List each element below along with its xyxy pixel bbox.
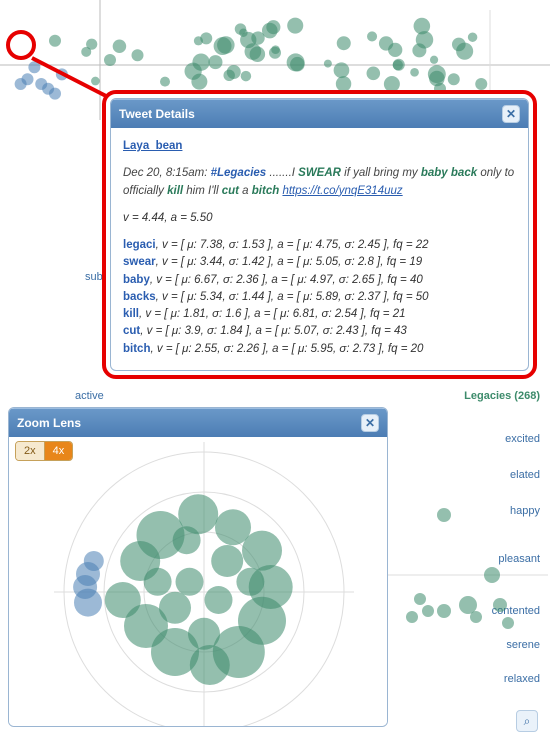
tweet-scores: v = 4.44, a = 5.50	[123, 210, 516, 227]
subdued-label: sub	[85, 271, 103, 283]
tweet-url[interactable]: https://t.co/ynqE314uuz	[282, 185, 402, 197]
word-stats-list: legaci, v = [ μ: 7.38, σ: 1.53 ], a = [ …	[123, 237, 516, 358]
search-icon[interactable]: ⌕	[516, 710, 538, 732]
close-icon[interactable]: ✕	[502, 105, 520, 123]
tweet-details-header: Tweet Details ✕	[111, 99, 528, 128]
callout-circle	[6, 30, 36, 60]
tweet-timestamp: Dec 20, 8:15am	[123, 167, 204, 179]
word-stat-row: backs, v = [ μ: 5.34, σ: 1.44 ], a = [ μ…	[123, 289, 516, 306]
word-stat-row: baby, v = [ μ: 6.67, σ: 2.36 ], a = [ μ:…	[123, 272, 516, 289]
tweet-details-title: Tweet Details	[119, 107, 195, 121]
tweet-user-link[interactable]: Laya_bean	[123, 138, 182, 155]
tweet-details-highlight: Tweet Details ✕ Laya_bean Dec 20, 8:15am…	[102, 90, 537, 379]
series-legend-legacies[interactable]: Legacies (268)	[464, 390, 540, 402]
zoom-level-toggle: 2x 4x	[15, 441, 73, 461]
active-axis-label: active	[75, 390, 104, 402]
close-icon[interactable]: ✕	[361, 414, 379, 432]
zoom-lens-title: Zoom Lens	[17, 416, 81, 430]
word-stat-row: swear, v = [ μ: 3.44, σ: 1.42 ], a = [ μ…	[123, 254, 516, 271]
tweet-details-body: Laya_bean Dec 20, 8:15am: #Legacies ....…	[111, 128, 528, 370]
tweet-text: Dec 20, 8:15am: #Legacies .......I SWEAR…	[123, 165, 516, 200]
word-stat-row: legaci, v = [ μ: 7.38, σ: 1.53 ], a = [ …	[123, 237, 516, 254]
right-scatter-svg	[388, 425, 548, 725]
word-stat-row: cut, v = [ μ: 3.9, σ: 1.84 ], a = [ μ: 5…	[123, 323, 516, 340]
word-stat-row: kill, v = [ μ: 1.81, σ: 1.6 ], a = [ μ: …	[123, 306, 516, 323]
zoom-2x-button[interactable]: 2x	[16, 442, 44, 460]
tweet-details-panel: Tweet Details ✕ Laya_bean Dec 20, 8:15am…	[110, 98, 529, 371]
bottom-plot-area: active Legacies (268) Zoom Lens ✕ 2x 4x …	[0, 385, 550, 740]
word-stat-row: bitch, v = [ μ: 2.55, σ: 2.26 ], a = [ μ…	[123, 341, 516, 358]
zoom-lens-header: Zoom Lens ✕	[9, 408, 387, 437]
zoom-lens-svg	[9, 437, 388, 727]
zoom-lens-body[interactable]: 2x 4x	[9, 437, 387, 727]
zoom-4x-button[interactable]: 4x	[44, 442, 73, 460]
tweet-hashtag[interactable]: #Legacies	[211, 167, 267, 179]
zoom-lens-panel: Zoom Lens ✕ 2x 4x	[8, 407, 388, 727]
